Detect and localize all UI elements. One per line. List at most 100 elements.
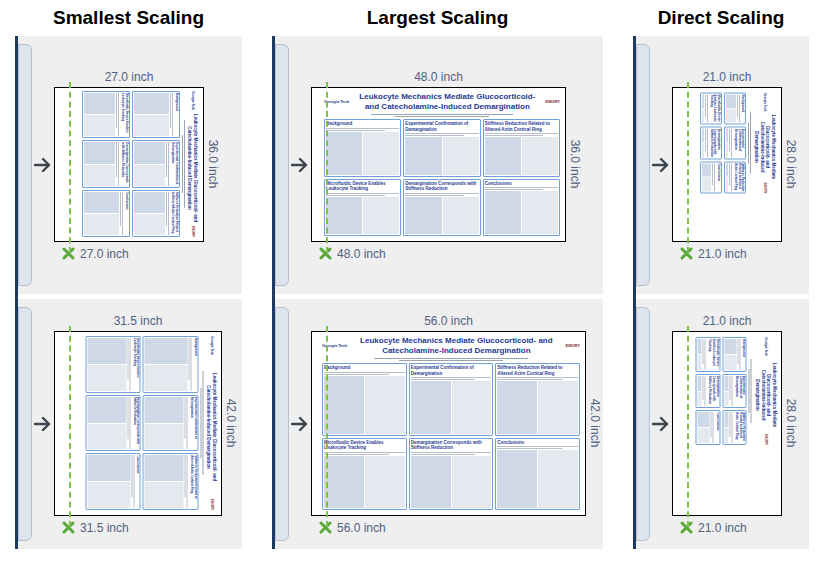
poster-section: Microfluidic Device Enables Leukocyte Tr… bbox=[85, 336, 140, 393]
poster-section: Demargination Corresponds with Stiffness… bbox=[409, 438, 494, 511]
scaling-panel: 21.0 inch Georgia TechLeukocyte Mechanics… bbox=[636, 299, 809, 549]
poster-sheet: Georgia TechLeukocyte Mechanics Mediate … bbox=[322, 90, 562, 238]
poster: Georgia TechLeukocyte Mechanics Mediate … bbox=[320, 334, 582, 512]
width-label: 48.0 inch bbox=[311, 69, 566, 87]
cut-line bbox=[69, 326, 71, 527]
poster-heading: Stiffness Reduction Related to Altered A… bbox=[733, 163, 744, 191]
height-label: 36.0 inch bbox=[205, 140, 221, 189]
bottom-width-label: 31.5 inch bbox=[80, 520, 129, 536]
column-title: Direct Scaling bbox=[633, 0, 809, 36]
poster-heading: Experimental Confirmation of Demarginati… bbox=[188, 397, 196, 450]
roller bbox=[275, 44, 289, 286]
page: Georgia TechLeukocyte Mechanics Mediate … bbox=[54, 87, 204, 242]
feed-arrow-icon bbox=[291, 156, 309, 174]
height-label: 42.0 inch bbox=[223, 399, 239, 448]
scaling-column: Largest Scaling 48.0 inch Georgia TechLeuk… bbox=[272, 0, 603, 570]
poster-section: Conclusions bbox=[495, 438, 580, 511]
poster-heading: Experimental Confirmation of Demarginati… bbox=[733, 129, 744, 157]
poster-section: Background bbox=[142, 336, 197, 393]
poster-heading: Stiffness Reduction Related to Altered A… bbox=[188, 455, 196, 508]
poster-heading: Background bbox=[741, 339, 745, 370]
poster-logo: EMORY bbox=[763, 434, 766, 445]
poster-section: Conclusions bbox=[85, 453, 140, 510]
cut-line bbox=[687, 82, 689, 253]
height-label: 42.0 inch bbox=[587, 399, 603, 448]
poster-section: Stiffness Reduction Related to Altered A… bbox=[495, 363, 580, 436]
feed-arrow-icon bbox=[652, 415, 670, 433]
scaling-panel: 27.0 inch Georgia TechLeukocyte Mechanics… bbox=[18, 36, 242, 294]
poster-heading: Demargination Corresponds with Stiffness… bbox=[405, 181, 478, 192]
poster-heading: Microfluidic Device Enables Leukocyte Tr… bbox=[326, 181, 399, 192]
poster-section: Background bbox=[722, 337, 747, 372]
poster-section: Experimental Confirmation of Demarginati… bbox=[142, 395, 197, 452]
poster-section: Experimental Confirmation of Demarginati… bbox=[403, 119, 480, 177]
poster-logo: EMORY bbox=[209, 499, 212, 510]
poster-section: Microfluidic Device Enables Leukocyte Tr… bbox=[695, 337, 720, 372]
poster-section: Microfluidic Device Enables Leukocyte Tr… bbox=[322, 438, 407, 511]
cut-line bbox=[69, 82, 71, 253]
poster-heading: Experimental Confirmation of Demarginati… bbox=[411, 365, 492, 376]
poster-logo: EMORY bbox=[191, 226, 194, 237]
poster-heading: Microfluidic Device Enables Leukocyte Tr… bbox=[324, 440, 405, 451]
poster-section: Microfluidic Device Enables Leukocyte Tr… bbox=[324, 179, 401, 237]
bottom-width-label: 21.0 inch bbox=[698, 520, 747, 536]
height-label: 36.0 inch bbox=[567, 140, 583, 189]
poster-title: Leukocyte Mechanics Mediate Glucocortico… bbox=[349, 336, 563, 356]
scaling-panel: 31.5 inch Georgia Tech Leukocyte Mechanics… bbox=[18, 299, 242, 549]
poster-section: Stiffness Reduction Related to Altered A… bbox=[722, 410, 747, 445]
bottom-width-label: 27.0 inch bbox=[80, 246, 129, 262]
poster-section: Microfluidic Device Enables Leukocyte Tr… bbox=[82, 91, 130, 138]
cut-line bbox=[687, 326, 689, 527]
poster: Georgia TechLeukocyte Mechanics Mediate … bbox=[80, 89, 200, 239]
height-label: 28.0 inch bbox=[783, 399, 799, 448]
page: Georgia TechLeukocyte Mechanics Mediate … bbox=[672, 87, 782, 242]
width-label: 31.5 inch bbox=[54, 313, 222, 331]
poster-logo: Georgia Tech bbox=[209, 336, 212, 355]
poster-heading: Stiffness Reduction Related to Altered A… bbox=[733, 412, 744, 443]
scaling-panel: 21.0 inchGeorgia TechLeukocyte Mechanics… bbox=[636, 36, 809, 294]
height-label: 28.0 inch bbox=[783, 140, 799, 189]
poster-section: Experimental Confirmation of Demarginati… bbox=[132, 140, 180, 187]
poster-title: Leukocyte Mechanics Mediate Glucocortico… bbox=[351, 92, 543, 112]
poster-header: Georgia TechLeukocyte Mechanics Mediate … bbox=[324, 92, 560, 112]
poster-section: Demargination Corresponds with Stiffness… bbox=[700, 127, 722, 159]
poster-header: Georgia TechLeukocyte Mechanics Mediate … bbox=[754, 337, 777, 445]
poster-heading: Microfluidic Device Enables Leukocyte Tr… bbox=[707, 339, 718, 370]
scaling-panel: 56.0 inch Georgia TechLeukocyte Mechanics… bbox=[275, 299, 603, 549]
cut-line bbox=[326, 82, 328, 253]
width-label: 27.0 inch bbox=[54, 69, 204, 87]
poster-section: Conclusions bbox=[483, 179, 560, 237]
poster-header: Georgia Tech Leukocyte Mechanics Mediate … bbox=[205, 336, 216, 510]
poster: Georgia TechLeukocyte Mechanics Mediate … bbox=[322, 90, 562, 238]
poster-title: Leukocyte Mechanics Mediate Glucocortico… bbox=[754, 113, 777, 180]
poster-heading: Demargination Corresponds with Stiffness… bbox=[411, 440, 492, 451]
poster-logo: Georgia Tech bbox=[763, 337, 766, 356]
poster-heading: Microfluidic Device Enables Leukocyte Tr… bbox=[120, 93, 128, 136]
page: Georgia TechLeukocyte Mechanics Mediate … bbox=[672, 331, 782, 516]
poster-heading: Background bbox=[326, 121, 399, 127]
poster-section: Stiffness Reduction Related to Altered A… bbox=[132, 190, 180, 237]
poster-logo: EMORY bbox=[763, 183, 766, 194]
width-label: 56.0 inch bbox=[311, 313, 586, 331]
poster-section: Stiffness Reduction Related to Altered A… bbox=[724, 161, 746, 193]
poster-heading: Stiffness Reduction Related to Altered A… bbox=[497, 365, 578, 376]
poster-title: Leukocyte Mechanics Mediate Glucocortico… bbox=[205, 357, 216, 497]
poster-sheet: Georgia Tech Leukocyte Mechanics Mediate … bbox=[83, 334, 218, 512]
column-title: Largest Scaling bbox=[272, 0, 603, 36]
poster-section: Stiffness Reduction Related to Altered A… bbox=[483, 119, 560, 177]
poster-heading: Experimental Confirmation of Demarginati… bbox=[405, 121, 478, 132]
poster-heading: Demargination Corresponds with Stiffness… bbox=[131, 397, 139, 450]
poster-heading: Conclusions bbox=[714, 412, 718, 443]
poster-heading: Demargination Corresponds with Stiffness… bbox=[709, 129, 720, 157]
poster-heading: Stiffness Reduction Related to Altered A… bbox=[170, 192, 178, 235]
poster-section: Conclusions bbox=[700, 161, 722, 193]
poster-section: Background bbox=[724, 93, 746, 125]
poster-section: Experimental Confirmation of Demarginati… bbox=[724, 127, 746, 159]
page: Georgia Tech Leukocyte Mechanics Mediate … bbox=[54, 331, 222, 516]
poster: Georgia TechLeukocyte Mechanics Mediate … bbox=[698, 91, 778, 196]
poster-heading: Experimental Confirmation of Demarginati… bbox=[733, 375, 744, 406]
poster-logo: Georgia Tech bbox=[763, 93, 766, 112]
bottom-width-label: 48.0 inch bbox=[337, 246, 386, 262]
poster-section: Microfluidic Device Enables Leukocyte Tr… bbox=[700, 93, 722, 125]
poster-section: Conclusions bbox=[695, 410, 720, 445]
